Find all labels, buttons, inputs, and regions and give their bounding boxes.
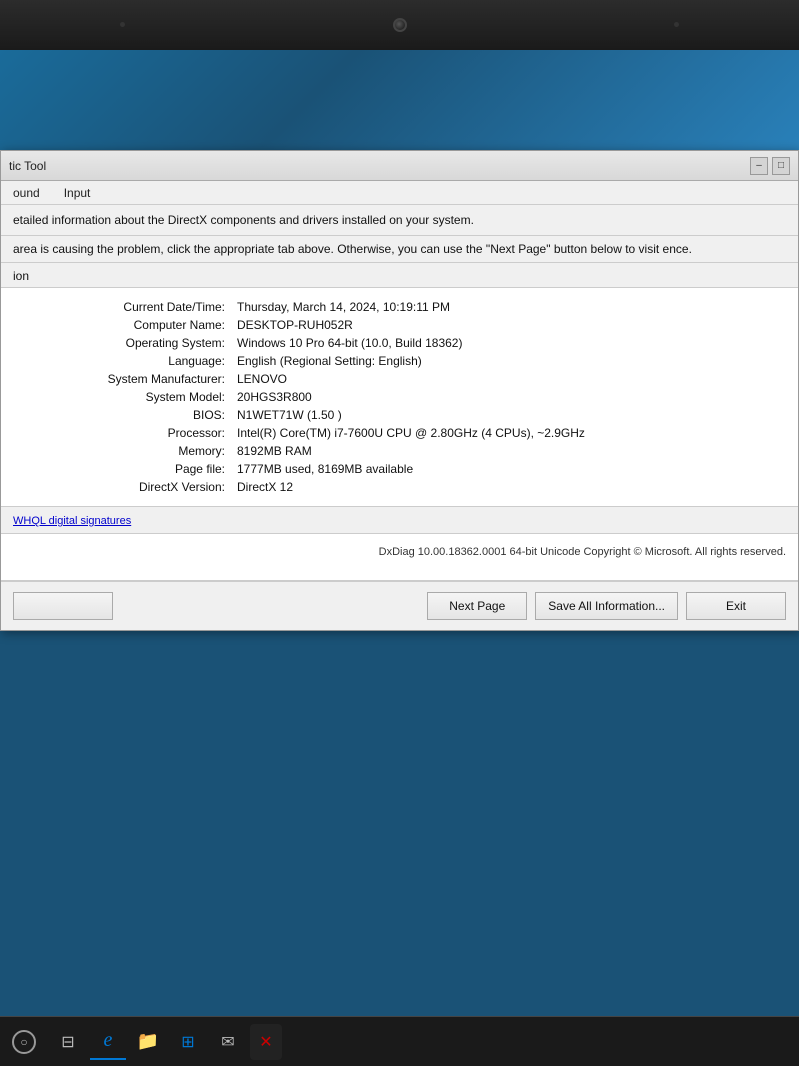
- language-row: Language: English (Regional Setting: Eng…: [13, 352, 786, 370]
- edge-icon[interactable]: e: [90, 1024, 126, 1060]
- description-line1: etailed information about the DirectX co…: [1, 205, 798, 236]
- directx-value: DirectX 12: [233, 478, 786, 496]
- left-button[interactable]: [13, 592, 113, 620]
- pagefile-row: Page file: 1777MB used, 8169MB available: [13, 460, 786, 478]
- copyright-text: DxDiag 10.00.18362.0001 64-bit Unicode C…: [379, 546, 786, 558]
- processor-row: Processor: Intel(R) Core(TM) i7-7600U CP…: [13, 424, 786, 442]
- computer-label: Computer Name:: [13, 316, 233, 334]
- bios-label: BIOS:: [13, 406, 233, 424]
- windows-store-icon[interactable]: ⊞: [170, 1024, 206, 1060]
- os-row: Operating System: Windows 10 Pro 64-bit …: [13, 334, 786, 352]
- manufacturer-label: System Manufacturer:: [13, 370, 233, 388]
- memory-label: Memory:: [13, 442, 233, 460]
- window-controls: – □: [750, 157, 790, 175]
- menu-item-input[interactable]: Input: [60, 184, 95, 202]
- bios-value: N1WET71W (1.50 ): [233, 406, 786, 424]
- next-page-button[interactable]: Next Page: [427, 592, 527, 620]
- language-value: English (Regional Setting: English): [233, 352, 786, 370]
- os-value: Windows 10 Pro 64-bit (10.0, Build 18362…: [233, 334, 786, 352]
- maximize-button[interactable]: □: [772, 157, 790, 175]
- directx-diagnostic-window: tic Tool – □ ound Input etailed informat…: [0, 150, 799, 631]
- exit-button[interactable]: Exit: [686, 592, 786, 620]
- pagefile-label: Page file:: [13, 460, 233, 478]
- taskbar: ○ ⊟ e 📁 ⊞ ✉ ✕: [0, 1016, 799, 1066]
- webcam-dot-right: [674, 22, 679, 27]
- desktop-wallpaper: [0, 50, 799, 150]
- model-label: System Model:: [13, 388, 233, 406]
- memory-row: Memory: 8192MB RAM: [13, 442, 786, 460]
- computer-row: Computer Name: DESKTOP-RUH052R: [13, 316, 786, 334]
- model-value: 20HGS3R800: [233, 388, 786, 406]
- signature-area: WHQL digital signatures: [1, 507, 798, 534]
- manufacturer-row: System Manufacturer: LENOVO: [13, 370, 786, 388]
- model-row: System Model: 20HGS3R800: [13, 388, 786, 406]
- window-title: tic Tool: [9, 159, 46, 173]
- save-all-information-button[interactable]: Save All Information...: [535, 592, 678, 620]
- manufacturer-value: LENOVO: [233, 370, 786, 388]
- start-button[interactable]: ○: [4, 1022, 44, 1062]
- directx-label: DirectX Version:: [13, 478, 233, 496]
- minimize-button[interactable]: –: [750, 157, 768, 175]
- webcam-dot-left: [120, 22, 125, 27]
- section-label: ion: [1, 263, 798, 288]
- description-line2: area is causing the problem, click the a…: [1, 236, 798, 263]
- datetime-label: Current Date/Time:: [13, 298, 233, 316]
- webcam: [393, 18, 407, 32]
- processor-label: Processor:: [13, 424, 233, 442]
- copyright-area: DxDiag 10.00.18362.0001 64-bit Unicode C…: [1, 534, 798, 581]
- mail-icon[interactable]: ✉: [210, 1024, 246, 1060]
- pagefile-value: 1777MB used, 8169MB available: [233, 460, 786, 478]
- taskview-icon[interactable]: ⊟: [50, 1024, 86, 1060]
- system-info-table: Current Date/Time: Thursday, March 14, 2…: [13, 298, 786, 496]
- file-explorer-icon[interactable]: 📁: [130, 1024, 166, 1060]
- computer-value: DESKTOP-RUH052R: [233, 316, 786, 334]
- button-bar: Next Page Save All Information... Exit: [1, 581, 798, 630]
- os-label: Operating System:: [13, 334, 233, 352]
- start-circle-icon: ○: [12, 1030, 36, 1054]
- bios-row: BIOS: N1WET71W (1.50 ): [13, 406, 786, 424]
- directx-row: DirectX Version: DirectX 12: [13, 478, 786, 496]
- datetime-value: Thursday, March 14, 2024, 10:19:11 PM: [233, 298, 786, 316]
- menu-item-sound[interactable]: ound: [9, 184, 44, 202]
- processor-value: Intel(R) Core(TM) i7-7600U CPU @ 2.80GHz…: [233, 424, 786, 442]
- close-icon[interactable]: ✕: [250, 1024, 282, 1060]
- language-label: Language:: [13, 352, 233, 370]
- memory-value: 8192MB RAM: [233, 442, 786, 460]
- title-bar: tic Tool – □: [1, 151, 798, 181]
- datetime-row: Current Date/Time: Thursday, March 14, 2…: [13, 298, 786, 316]
- menu-bar: ound Input: [1, 181, 798, 205]
- whql-signature-link[interactable]: WHQL digital signatures: [13, 515, 131, 527]
- system-info-section: Current Date/Time: Thursday, March 14, 2…: [1, 288, 798, 507]
- laptop-bezel: [0, 0, 799, 50]
